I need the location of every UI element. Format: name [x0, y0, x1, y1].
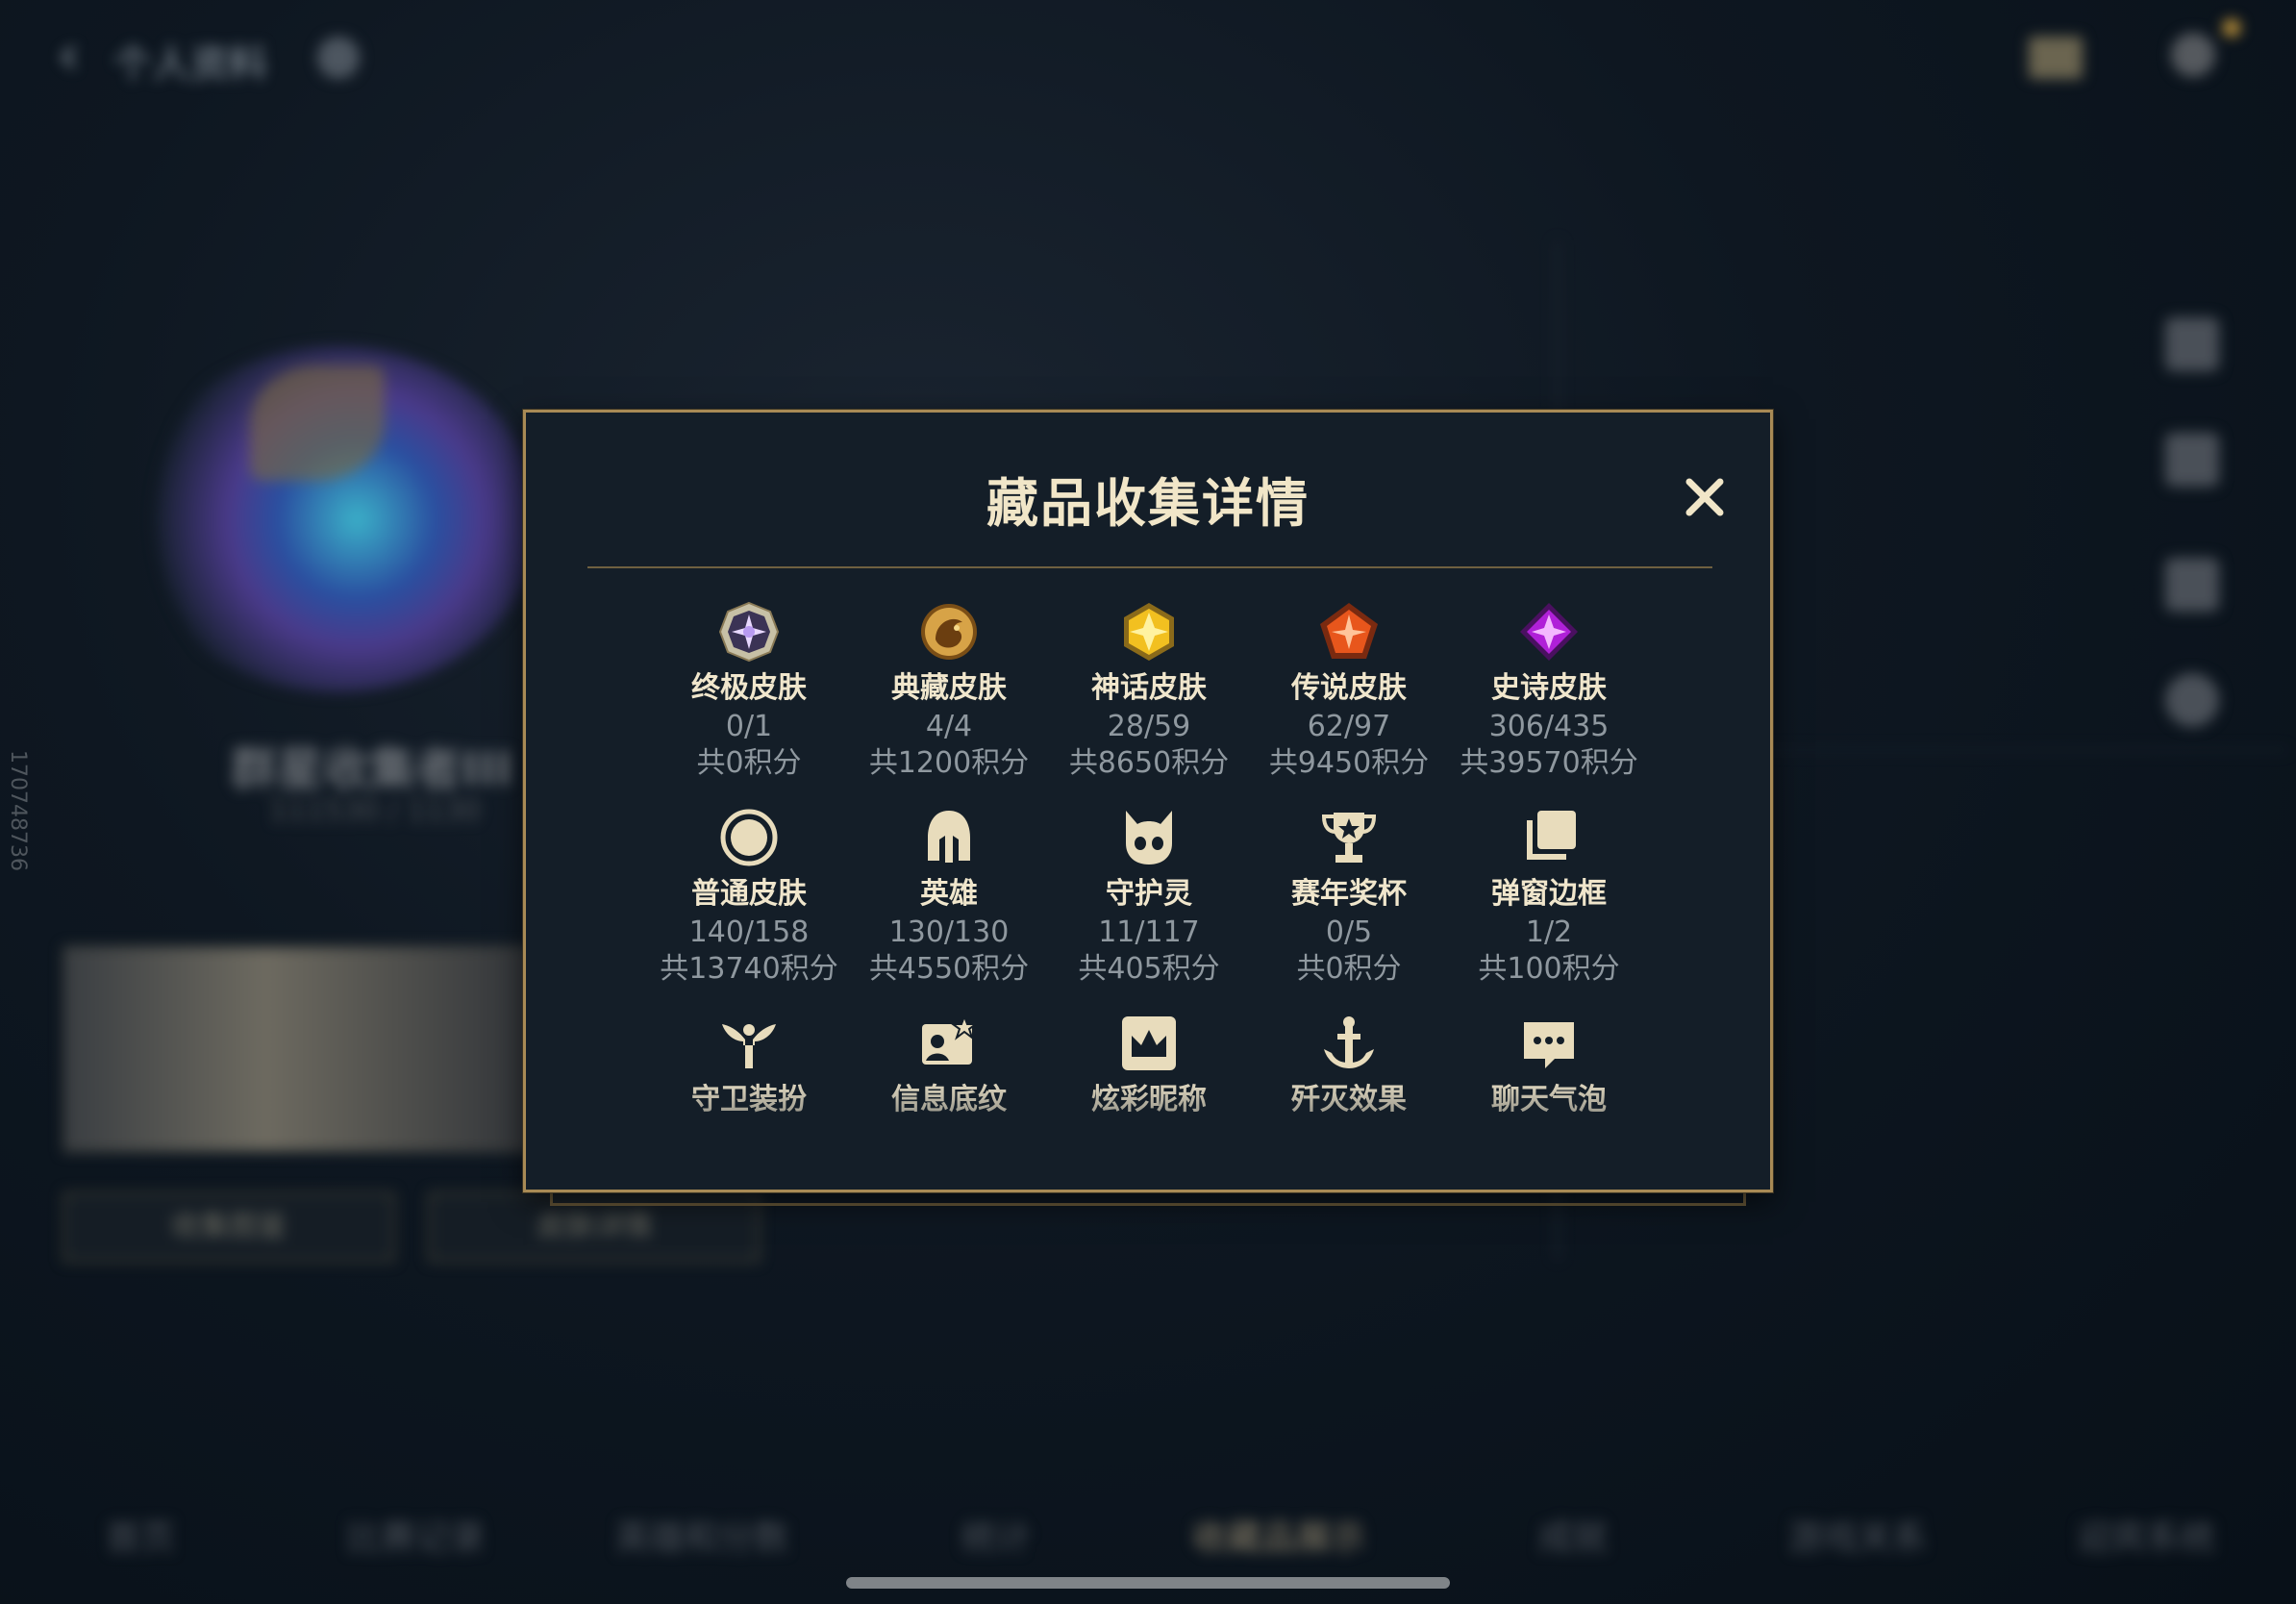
back-arrow-icon[interactable]: ‹	[58, 29, 92, 83]
item-count: 130/130	[888, 915, 1010, 949]
avatar-frame-ornament	[250, 365, 385, 481]
title-divider	[587, 566, 1712, 568]
player-level-progress: 111530 / 1130	[269, 794, 482, 828]
chat-bubble-icon	[1518, 1013, 1580, 1074]
side-upload-icon[interactable]	[2165, 317, 2219, 371]
item-name: 英雄	[920, 877, 978, 911]
help-icon[interactable]	[317, 37, 360, 79]
friends-icon[interactable]	[2171, 33, 2215, 77]
collection-item-chat-bubble[interactable]: 聊天气泡	[1453, 1013, 1645, 1116]
item-name: 典藏皮肤	[891, 671, 1007, 705]
legendary-skin-icon	[1318, 601, 1380, 663]
close-button[interactable]	[1676, 468, 1734, 526]
collection-item-prestige-skin[interactable]: 典藏皮肤 4/4 共1200积分	[853, 601, 1045, 780]
modal-title: 藏品收集详情	[986, 473, 1310, 534]
tab-match-history[interactable]: 比赛记录	[346, 1510, 485, 1560]
item-points: 共1200积分	[868, 746, 1030, 780]
item-points: 共13740积分	[660, 952, 838, 986]
collection-item-guardian[interactable]: 守护灵 11/117 共405积分	[1053, 807, 1245, 986]
item-name: 史诗皮肤	[1491, 671, 1607, 705]
notification-dot	[2223, 19, 2240, 37]
bottom-tab-bar: 首页 比赛记录 英雄和分数 统计 收藏品展示 成就 游戏关系 迎宾系统	[0, 1500, 2296, 1577]
item-points: 共4550积分	[868, 952, 1030, 986]
home-indicator[interactable]	[846, 1577, 1450, 1589]
collection-book-button[interactable]: 收集图鉴	[63, 1192, 394, 1262]
item-points: 共100积分	[1478, 952, 1620, 986]
collection-details-modal: 藏品收集详情 终极皮肤 0/1 共0积分 典藏皮肤 4/4 共1200积分 神话…	[523, 410, 1773, 1192]
tab-home[interactable]: 首页	[106, 1510, 175, 1560]
ward-skin-icon	[718, 1013, 780, 1074]
guardian-icon	[1118, 807, 1180, 868]
item-count: 28/59	[1107, 710, 1191, 743]
item-name: 传说皮肤	[1291, 671, 1407, 705]
collection-grid[interactable]: 终极皮肤 0/1 共0积分 典藏皮肤 4/4 共1200积分 神话皮肤 28/5…	[622, 601, 1680, 1168]
item-points: 共9450积分	[1268, 746, 1430, 780]
tab-champions[interactable]: 英雄和分数	[615, 1510, 788, 1560]
item-name: 歼灭效果	[1291, 1083, 1407, 1116]
profile-banner-icon	[918, 1013, 980, 1074]
item-count: 62/97	[1307, 710, 1391, 743]
side-share-icon[interactable]	[2165, 558, 2219, 612]
collection-item-finisher-effect[interactable]: 歼灭效果	[1253, 1013, 1445, 1116]
item-count: 0/5	[1325, 915, 1373, 949]
side-id-text: 170748736	[6, 750, 30, 871]
item-name: 守卫装扮	[691, 1083, 807, 1116]
standard-skin-icon	[718, 807, 780, 868]
champion-helmet-icon	[918, 807, 980, 868]
item-name: 神话皮肤	[1091, 671, 1207, 705]
item-count: 306/435	[1488, 710, 1610, 743]
chat-icon[interactable]	[2029, 37, 2083, 79]
collection-item-legendary-skin[interactable]: 传说皮肤 62/97 共9450积分	[1253, 601, 1445, 780]
collection-item-ultimate-skin[interactable]: 终极皮肤 0/1 共0积分	[653, 601, 845, 780]
item-count: 140/158	[688, 915, 810, 949]
ultimate-skin-icon	[718, 601, 780, 663]
featured-skin-banner[interactable]	[63, 946, 567, 1152]
collection-item-colored-nickname[interactable]: 炫彩昵称	[1053, 1013, 1245, 1116]
collection-item-champion[interactable]: 英雄 130/130 共4550积分	[853, 807, 1045, 986]
collection-item-profile-banner[interactable]: 信息底纹	[853, 1013, 1045, 1116]
item-count: 11/117	[1098, 915, 1200, 949]
popup-frame-icon	[1518, 807, 1580, 868]
collection-item-epic-skin[interactable]: 史诗皮肤 306/435 共39570积分	[1453, 601, 1645, 780]
tab-stats[interactable]: 统计	[961, 1510, 1031, 1560]
trophy-icon	[1318, 807, 1380, 868]
item-points: 共39570积分	[1460, 746, 1638, 780]
collection-item-season-trophy[interactable]: 赛年奖杯 0/5 共0积分	[1253, 807, 1445, 986]
side-settings-icon[interactable]	[2165, 673, 2219, 727]
finisher-effect-icon	[1318, 1013, 1380, 1074]
item-count: 1/2	[1525, 915, 1573, 949]
modal-bottom-lip	[550, 1190, 1746, 1206]
page-title: 个人资料	[113, 42, 267, 87]
item-name: 信息底纹	[891, 1083, 1007, 1116]
collection-item-ward-skin[interactable]: 守卫装扮	[653, 1013, 845, 1116]
item-name: 炫彩昵称	[1091, 1083, 1207, 1116]
item-count: 4/4	[925, 710, 973, 743]
nickname-crown-icon	[1118, 1013, 1180, 1074]
item-name: 守护灵	[1106, 877, 1192, 911]
player-name: 群星收集者III	[231, 742, 513, 796]
epic-skin-icon	[1518, 601, 1580, 663]
item-name: 聊天气泡	[1491, 1083, 1607, 1116]
item-points: 共405积分	[1078, 952, 1220, 986]
item-name: 普通皮肤	[691, 877, 807, 911]
tab-collection[interactable]: 收藏品展示	[1192, 1510, 1365, 1560]
prestige-skin-icon	[918, 601, 980, 663]
side-trophy-icon[interactable]	[2165, 433, 2219, 487]
item-name: 终极皮肤	[691, 671, 807, 705]
item-points: 共0积分	[696, 746, 802, 780]
collection-item-popup-frame[interactable]: 弹窗边框 1/2 共100积分	[1453, 807, 1645, 986]
collection-item-standard-skin[interactable]: 普通皮肤 140/158 共13740积分	[653, 807, 845, 986]
mythic-skin-icon	[1118, 601, 1180, 663]
close-icon	[1685, 478, 1724, 516]
item-count: 0/1	[725, 710, 773, 743]
item-points: 共0积分	[1296, 952, 1402, 986]
tab-welcome[interactable]: 迎宾系统	[2077, 1510, 2215, 1560]
item-name: 赛年奖杯	[1291, 877, 1407, 911]
tab-achievements[interactable]: 成就	[1538, 1510, 1608, 1560]
item-points: 共8650积分	[1068, 746, 1230, 780]
item-name: 弹窗边框	[1491, 877, 1607, 911]
collection-item-mythic-skin[interactable]: 神话皮肤 28/59 共8650积分	[1053, 601, 1245, 780]
tab-relations[interactable]: 游戏关系	[1788, 1510, 1927, 1560]
